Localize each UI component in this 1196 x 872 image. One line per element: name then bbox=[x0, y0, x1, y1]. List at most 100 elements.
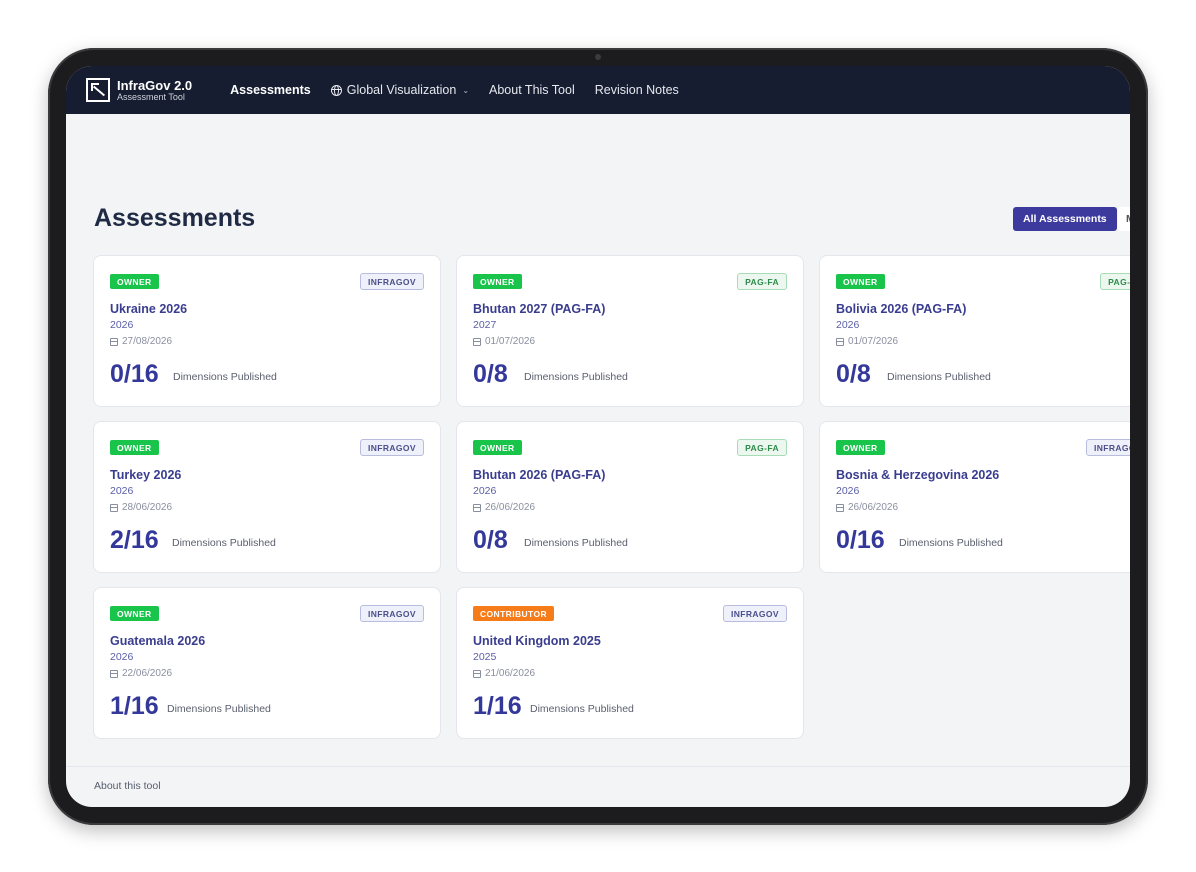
assessment-date: 01/07/2026 bbox=[836, 336, 898, 347]
camera-dot bbox=[595, 54, 601, 60]
logo-icon bbox=[86, 78, 110, 102]
program-badge: INFRAGOV bbox=[1085, 439, 1130, 456]
filter-all-assessments-button[interactable]: All Assessments bbox=[1013, 207, 1117, 231]
dimensions-count: 2/16 bbox=[110, 526, 159, 554]
assessment-card[interactable]: OWNER PAG-FA Bolivia 2026 (PAG-FA) 2026 … bbox=[819, 255, 1130, 407]
nav-global-visualization-label: Global Visualization bbox=[346, 83, 457, 97]
dimensions-count: 0/16 bbox=[110, 360, 159, 388]
footer-divider bbox=[66, 766, 1130, 767]
program-badge: INFRAGOV bbox=[722, 605, 787, 622]
role-badge: OWNER bbox=[473, 440, 522, 455]
assessment-date: 01/07/2026 bbox=[473, 336, 535, 347]
assessment-year: 2026 bbox=[110, 485, 134, 497]
nav-assessments[interactable]: Assessments bbox=[230, 83, 311, 97]
assessment-title[interactable]: Guatemala 2026 bbox=[110, 634, 205, 648]
filter-next-button[interactable]: M bbox=[1118, 207, 1130, 231]
dimensions-count: 0/8 bbox=[836, 360, 871, 388]
assessment-card[interactable]: OWNER INFRAGOV Bosnia & Herzegovina 2026… bbox=[819, 421, 1130, 573]
assessment-year: 2026 bbox=[110, 319, 134, 331]
assessment-year: 2026 bbox=[473, 485, 497, 497]
assessment-year: 2026 bbox=[110, 651, 134, 663]
assessment-card[interactable]: CONTRIBUTOR INFRAGOV United Kingdom 2025… bbox=[456, 587, 804, 739]
date-value: 26/06/2026 bbox=[485, 502, 536, 513]
page-title: Assessments bbox=[94, 204, 256, 232]
calendar-icon bbox=[473, 337, 481, 346]
dimensions-label: Dimensions Published bbox=[887, 371, 991, 383]
calendar-icon bbox=[110, 669, 118, 678]
nav-global-visualization[interactable]: Global Visualization ⌄ bbox=[330, 83, 470, 97]
program-badge: PAG-FA bbox=[737, 439, 787, 456]
assessment-card[interactable]: OWNER INFRAGOV Ukraine 2026 2026 27/08/2… bbox=[93, 255, 441, 407]
date-value: 28/06/2026 bbox=[122, 502, 173, 513]
program-badge: PAG-FA bbox=[737, 273, 787, 290]
date-value: 21/06/2026 bbox=[485, 668, 536, 679]
calendar-icon bbox=[836, 337, 844, 346]
program-badge: INFRAGOV bbox=[359, 273, 424, 290]
top-navbar: InfraGov 2.0 Assessment Tool Assessments… bbox=[66, 66, 1130, 114]
role-badge: OWNER bbox=[110, 274, 159, 289]
assessment-title[interactable]: Ukraine 2026 bbox=[110, 302, 187, 316]
role-badge: OWNER bbox=[836, 440, 885, 455]
assessment-card[interactable]: OWNER INFRAGOV Guatemala 2026 2026 22/06… bbox=[93, 587, 441, 739]
role-badge: OWNER bbox=[836, 274, 885, 289]
calendar-icon bbox=[110, 337, 118, 346]
calendar-icon bbox=[473, 669, 481, 678]
chevron-down-icon: ⌄ bbox=[462, 85, 470, 95]
calendar-icon bbox=[110, 503, 118, 512]
logo-text: InfraGov 2.0 Assessment Tool bbox=[117, 79, 192, 102]
date-value: 01/07/2026 bbox=[848, 336, 899, 347]
dimensions-count: 1/16 bbox=[473, 692, 522, 720]
assessment-date: 27/08/2026 bbox=[110, 336, 172, 347]
footer-about-link[interactable]: About this tool bbox=[94, 780, 161, 792]
dimensions-label: Dimensions Published bbox=[524, 371, 628, 383]
dimensions-label: Dimensions Published bbox=[167, 703, 271, 715]
date-value: 27/08/2026 bbox=[122, 336, 173, 347]
assessment-date: 26/06/2026 bbox=[473, 502, 535, 513]
nav-revision-notes[interactable]: Revision Notes bbox=[595, 83, 679, 97]
role-badge: OWNER bbox=[110, 606, 159, 621]
dimensions-label: Dimensions Published bbox=[530, 703, 634, 715]
calendar-icon bbox=[836, 503, 844, 512]
assessment-title[interactable]: Bhutan 2026 (PAG-FA) bbox=[473, 468, 605, 482]
assessment-card[interactable]: OWNER PAG-FA Bhutan 2027 (PAG-FA) 2027 0… bbox=[456, 255, 804, 407]
assessment-card[interactable]: OWNER PAG-FA Bhutan 2026 (PAG-FA) 2026 2… bbox=[456, 421, 804, 573]
date-value: 26/06/2026 bbox=[848, 502, 899, 513]
screen: InfraGov 2.0 Assessment Tool Assessments… bbox=[66, 66, 1130, 807]
app-logo[interactable]: InfraGov 2.0 Assessment Tool bbox=[86, 78, 192, 102]
assessment-date: 22/06/2026 bbox=[110, 668, 172, 679]
dimensions-label: Dimensions Published bbox=[173, 371, 277, 383]
tablet-frame: InfraGov 2.0 Assessment Tool Assessments… bbox=[48, 48, 1148, 825]
assessment-date: 28/06/2026 bbox=[110, 502, 172, 513]
program-badge: PAG-FA bbox=[1100, 273, 1130, 290]
date-value: 01/07/2026 bbox=[485, 336, 536, 347]
dimensions-count: 1/16 bbox=[110, 692, 159, 720]
assessment-title[interactable]: Bhutan 2027 (PAG-FA) bbox=[473, 302, 605, 316]
app-title: InfraGov 2.0 bbox=[117, 77, 193, 93]
role-badge: OWNER bbox=[110, 440, 159, 455]
program-badge: INFRAGOV bbox=[359, 439, 424, 456]
assessment-title[interactable]: Turkey 2026 bbox=[110, 468, 181, 482]
app-subtitle: Assessment Tool bbox=[117, 91, 185, 102]
dimensions-count: 0/8 bbox=[473, 360, 508, 388]
dimensions-label: Dimensions Published bbox=[899, 537, 1003, 549]
assessment-year: 2025 bbox=[473, 651, 497, 663]
dimensions-label: Dimensions Published bbox=[524, 537, 628, 549]
assessment-title[interactable]: United Kingdom 2025 bbox=[473, 634, 601, 648]
globe-icon bbox=[330, 84, 342, 96]
date-value: 22/06/2026 bbox=[122, 668, 173, 679]
assessment-year: 2026 bbox=[836, 319, 860, 331]
calendar-icon bbox=[473, 503, 481, 512]
role-badge: CONTRIBUTOR bbox=[473, 606, 555, 621]
nav-about[interactable]: About This Tool bbox=[489, 83, 575, 97]
dimensions-count: 0/16 bbox=[836, 526, 885, 554]
program-badge: INFRAGOV bbox=[359, 605, 424, 622]
role-badge: OWNER bbox=[473, 274, 522, 289]
dimensions-count: 0/8 bbox=[473, 526, 508, 554]
assessment-date: 21/06/2026 bbox=[473, 668, 535, 679]
dimensions-label: Dimensions Published bbox=[172, 537, 276, 549]
assessment-title[interactable]: Bosnia & Herzegovina 2026 bbox=[836, 468, 999, 482]
assessment-year: 2027 bbox=[473, 319, 497, 331]
assessment-card[interactable]: OWNER INFRAGOV Turkey 2026 2026 28/06/20… bbox=[93, 421, 441, 573]
assessment-title[interactable]: Bolivia 2026 (PAG-FA) bbox=[836, 302, 966, 316]
assessment-date: 26/06/2026 bbox=[836, 502, 898, 513]
